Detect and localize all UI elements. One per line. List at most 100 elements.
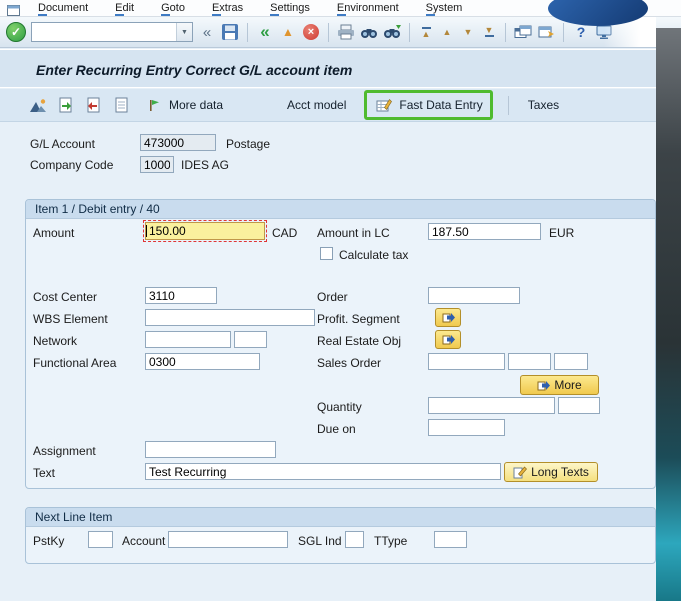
command-field[interactable]: ▼ — [31, 22, 193, 42]
wbs-element-field[interactable] — [145, 309, 315, 326]
system-menu-icon[interactable] — [7, 3, 20, 14]
profit-segment-button[interactable] — [435, 308, 461, 327]
next-line-item-header: Next Line Item — [26, 508, 655, 527]
exit-button[interactable]: ▲ — [279, 21, 297, 43]
menu-extras[interactable]: Extras — [212, 2, 243, 14]
sales-order-schedule-field[interactable] — [554, 353, 588, 370]
more-data-button[interactable]: More data — [140, 93, 227, 117]
amount-label: Amount — [33, 226, 74, 240]
page-title: Enter Recurring Entry Correct G/L accoun… — [36, 62, 352, 78]
order-field[interactable] — [428, 287, 520, 304]
ttype-field[interactable] — [434, 531, 467, 548]
ttype-label: TType — [374, 534, 407, 548]
pstky-field[interactable] — [88, 531, 113, 548]
profit-segment-label: Profit. Segment — [317, 312, 400, 326]
acct-model-button[interactable]: Acct model — [283, 96, 350, 114]
command-input[interactable] — [32, 23, 176, 41]
account-field[interactable] — [168, 531, 288, 548]
functional-area-label: Functional Area — [33, 356, 116, 370]
new-session-button[interactable] — [514, 21, 532, 43]
long-texts-button[interactable]: Long Texts — [504, 462, 598, 482]
find-next-button[interactable] — [383, 21, 401, 43]
menu-goto[interactable]: Goto — [161, 2, 185, 14]
find-button[interactable] — [360, 21, 378, 43]
next-screen-icon — [537, 380, 550, 391]
pstky-label: PstKy — [33, 534, 64, 548]
toolbar-separator — [563, 23, 564, 42]
command-dropdown-icon[interactable]: ▼ — [176, 23, 192, 41]
title-bar: Enter Recurring Entry Correct G/L accoun… — [0, 49, 656, 88]
assignment-field[interactable] — [145, 441, 276, 458]
cost-center-field[interactable] — [145, 287, 217, 304]
text-caret — [146, 225, 147, 237]
calculate-tax-label: Calculate tax — [339, 248, 408, 262]
print-button[interactable] — [337, 21, 355, 43]
amount-lc-field[interactable] — [428, 223, 541, 240]
enter-button[interactable]: ✓ — [6, 22, 26, 42]
sgl-ind-field[interactable] — [345, 531, 364, 548]
toolbar-separator — [247, 23, 248, 42]
bar — [485, 35, 494, 37]
overview-icon[interactable] — [28, 95, 48, 115]
quantity-field[interactable] — [428, 397, 555, 414]
sgl-ind-label: SGL Ind — [298, 534, 342, 548]
quantity-unit-field[interactable] — [558, 397, 600, 414]
display-next-item-icon[interactable] — [56, 95, 76, 115]
more-data-label: More data — [169, 98, 223, 112]
next-screen-icon — [442, 312, 455, 323]
cost-center-label: Cost Center — [33, 290, 97, 304]
taxes-label: Taxes — [528, 98, 559, 112]
quantity-label: Quantity — [317, 400, 362, 414]
gl-account-field[interactable] — [140, 134, 216, 151]
menu-settings[interactable]: Settings — [270, 2, 310, 14]
sap-window: Document Edit Goto Extras Settings Envir… — [0, 0, 681, 601]
acct-model-label: Acct model — [287, 98, 346, 112]
calculate-tax-checkbox[interactable] — [320, 247, 333, 260]
save-button[interactable] — [221, 21, 239, 43]
toolbar-separator — [505, 23, 506, 42]
item-group-title: Item 1 / Debit entry / 40 — [35, 202, 160, 216]
account-label: Account — [122, 534, 165, 548]
hide-command-field-icon[interactable]: « — [198, 21, 216, 43]
menu-system[interactable]: System — [426, 2, 463, 14]
back-button[interactable]: « — [256, 21, 274, 43]
page-up-button[interactable]: ▲ — [439, 28, 455, 36]
fast-data-entry-label: Fast Data Entry — [399, 98, 482, 112]
network-field[interactable] — [145, 331, 231, 348]
real-estate-button[interactable] — [435, 330, 461, 349]
amount-lc-label: Amount in LC — [317, 226, 390, 240]
cancel-button[interactable]: × — [302, 21, 320, 43]
sales-order-item-field[interactable] — [508, 353, 551, 370]
long-text-pencil-icon — [513, 466, 527, 479]
due-on-field[interactable] — [428, 419, 505, 436]
text-field[interactable] — [145, 463, 501, 480]
menu-environment[interactable]: Environment — [337, 2, 399, 14]
due-on-label: Due on — [317, 422, 356, 436]
choose-open-item-icon[interactable] — [84, 95, 104, 115]
background-wallpaper-strip — [656, 28, 681, 601]
assignment-label: Assignment — [33, 444, 96, 458]
new-item-icon[interactable] — [112, 95, 132, 115]
next-screen-icon — [442, 334, 455, 345]
amount-field[interactable] — [145, 222, 265, 240]
create-shortcut-button[interactable] — [537, 21, 555, 43]
taxes-button[interactable]: Taxes — [524, 96, 563, 114]
sales-order-field[interactable] — [428, 353, 505, 370]
more-button[interactable]: More — [520, 375, 599, 395]
fast-data-entry-button[interactable]: Fast Data Entry — [364, 90, 492, 120]
menu-edit[interactable]: Edit — [115, 2, 134, 14]
toolbar-separator — [508, 96, 509, 115]
cancel-x-icon: × — [303, 24, 319, 40]
first-page-button[interactable]: ▲ — [418, 26, 434, 38]
gl-account-label: G/L Account — [30, 137, 95, 151]
menu-document[interactable]: Document — [38, 2, 88, 14]
page-down-button[interactable]: ▼ — [460, 28, 476, 36]
more-data-icon — [144, 95, 164, 115]
gl-account-description: Postage — [226, 137, 270, 151]
amount-currency: CAD — [272, 226, 297, 240]
company-code-field[interactable] — [140, 156, 174, 173]
network-subfield[interactable] — [234, 331, 267, 348]
functional-area-field[interactable] — [145, 353, 260, 370]
company-code-description: IDES AG — [181, 158, 229, 172]
last-page-button[interactable]: ▼ — [481, 26, 497, 38]
